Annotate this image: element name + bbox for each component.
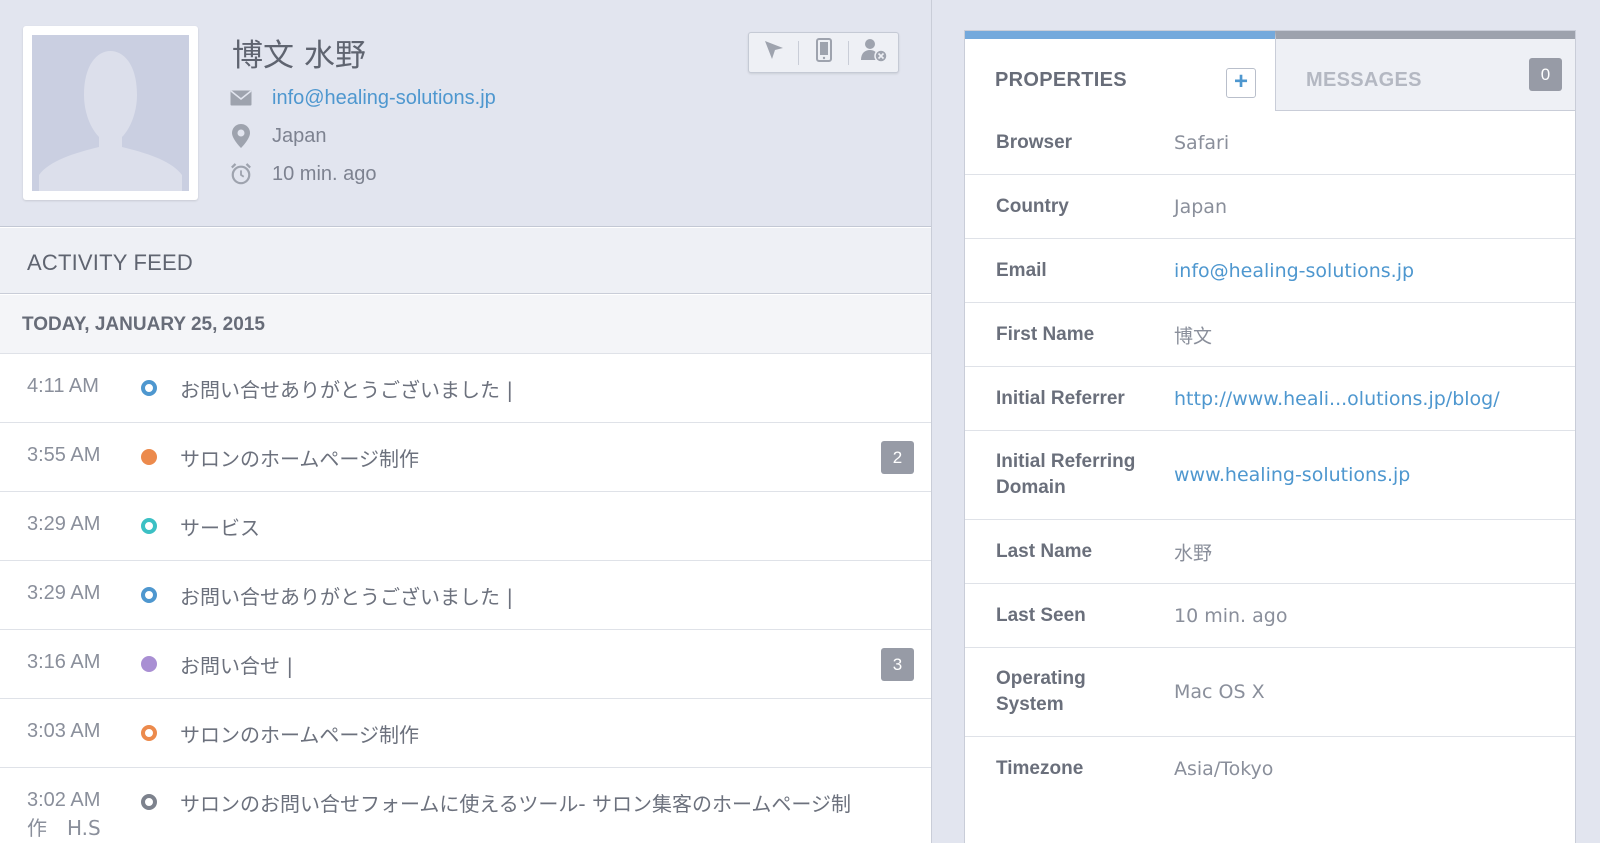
feed-item-count-badge[interactable]: 2 [881,441,914,474]
property-row: First Name 博文 [965,303,1575,367]
property-value: Japan [1174,195,1227,218]
profile-location: Japan [272,124,327,147]
property-row: Country Japan [965,175,1575,239]
property-value: Safari [1174,131,1230,154]
device-info-button[interactable] [799,33,848,72]
messages-count-badge: 0 [1529,58,1562,91]
feed-item-text: サロンのホームページ制作 [180,723,419,747]
last-seen-row: 10 min. ago [230,160,377,188]
user-details-panel: PROPERTIES + MESSAGES 0 Browser Safari C… [964,30,1576,843]
profile-email-link[interactable]: info@healing-solutions.jp [272,87,496,110]
event-dot-icon [141,725,157,741]
activity-feed-header: ACTIVITY FEED [0,228,931,294]
event-dot-icon [141,449,157,465]
feed-item-text: お問い合せありがとうございました | [180,585,514,609]
properties-list: Browser Safari Country Japan Email info@… [965,111,1575,801]
property-value: 水野 [1174,542,1213,564]
event-dot-icon [141,518,157,534]
property-key: Country [996,195,1069,217]
property-key: Browser [996,131,1073,153]
feed-item-time: 3:55 AM [27,444,101,466]
feed-item-time: 3:02 AM [27,789,101,811]
feed-item-time: 3:03 AM [27,720,101,742]
property-value-link[interactable]: http://www.heali...olutions.jp/blog/ [1174,388,1564,410]
feed-item-text: お問い合せ | [180,654,294,678]
property-key: Last Name [996,540,1093,562]
property-key: Email [996,259,1047,281]
feed-item-time: 4:11 AM [27,375,99,397]
property-value: 博文 [1174,325,1213,347]
feed-item[interactable]: 3:02 AM サロンのお問い合せフォームに使えるツール- サロン集客のホームペ… [0,768,931,843]
left-panel: 博文 水野 info@healing-solutions.jp Japan 10… [0,0,932,843]
feed-date: TODAY, JANUARY 25, 2015 [22,314,265,335]
activity-feed-title: ACTIVITY FEED [27,250,193,275]
feed-item-count-badge[interactable]: 3 [881,648,914,681]
details-tabs: PROPERTIES + MESSAGES 0 [965,31,1575,111]
cursor-icon [762,38,786,67]
property-value: Mac OS X [1174,681,1265,703]
event-dot-icon [141,794,157,810]
feed-item-text: お問い合せありがとうございました | [180,378,514,402]
feed-item-time: 3:29 AM [27,513,101,535]
property-value: Asia/Tokyo [1174,758,1274,780]
event-dot-icon [141,656,157,672]
mail-icon [230,86,252,110]
event-dot-icon [141,587,157,603]
feed-item-text: サロンのお問い合せフォームに使えるツール- サロン集客のホームページ制 [180,792,851,816]
email-row: info@healing-solutions.jp [230,84,496,112]
property-key: Initial Referrer [996,387,1125,409]
property-key: First Name [996,323,1095,345]
property-key: Initial Referring Domain [996,451,1136,498]
property-row: Timezone Asia/Tokyo [965,737,1575,801]
activity-feed-list: 4:11 AM お問い合せありがとうございました | 3:55 AM サロンのホ… [0,354,931,843]
feed-item-text: サービス [180,516,260,540]
feed-item-text-continued: 作 H.S [27,816,101,840]
location-pin-icon [230,124,252,148]
remove-user-button[interactable] [849,33,898,72]
profile-last-seen: 10 min. ago [272,162,377,185]
tab-properties[interactable]: PROPERTIES + [965,31,1275,111]
profile-action-bar [748,32,899,73]
location-row: Japan [230,122,327,150]
property-key: Last Seen [996,604,1086,626]
property-row: Initial Referrer http://www.heali...olut… [965,367,1575,431]
avatar [23,26,198,200]
profile-header: 博文 水野 info@healing-solutions.jp Japan 10… [0,0,931,227]
property-row: Last Seen 10 min. ago [965,584,1575,648]
alarm-clock-icon [230,162,252,186]
property-value-link[interactable]: www.healing-solutions.jp [1174,464,1564,486]
property-row: Initial Referring Domain www.healing-sol… [965,431,1575,520]
feed-item-time: 3:29 AM [27,582,101,604]
add-property-button[interactable]: + [1226,68,1256,98]
remove-user-icon [860,38,888,67]
feed-item[interactable]: 3:55 AM サロンのホームページ制作 2 [0,423,931,492]
event-dot-icon [141,380,157,396]
property-key: Timezone [996,758,1084,779]
property-row: Operating System Mac OS X [965,648,1575,737]
property-key: Operating System [996,668,1086,715]
profile-name: 博文 水野 [232,38,366,74]
feed-item-time: 3:16 AM [27,651,101,673]
tab-messages-label: MESSAGES [1306,69,1422,91]
property-row: Last Name 水野 [965,520,1575,584]
feed-item[interactable]: 3:29 AM お問い合せありがとうございました | [0,561,931,630]
property-row: Email info@healing-solutions.jp [965,239,1575,303]
feed-item-text: サロンのホームページ制作 [180,447,419,471]
tab-properties-label: PROPERTIES [995,69,1127,91]
feed-item[interactable]: 3:16 AM お問い合せ | 3 [0,630,931,699]
property-row: Browser Safari [965,111,1575,175]
mobile-device-icon [815,38,832,67]
property-value: 10 min. ago [1174,604,1288,627]
feed-item[interactable]: 3:03 AM サロンのホームページ制作 [0,699,931,768]
feed-date-header: TODAY, JANUARY 25, 2015 [0,295,931,354]
feed-item[interactable]: 3:29 AM サービス [0,492,931,561]
tab-messages[interactable]: MESSAGES 0 [1275,31,1575,111]
property-value-link[interactable]: info@healing-solutions.jp [1174,260,1564,282]
avatar-placeholder-icon [32,35,189,191]
feed-item[interactable]: 4:11 AM お問い合せありがとうございました | [0,354,931,423]
send-message-button[interactable] [749,33,798,72]
